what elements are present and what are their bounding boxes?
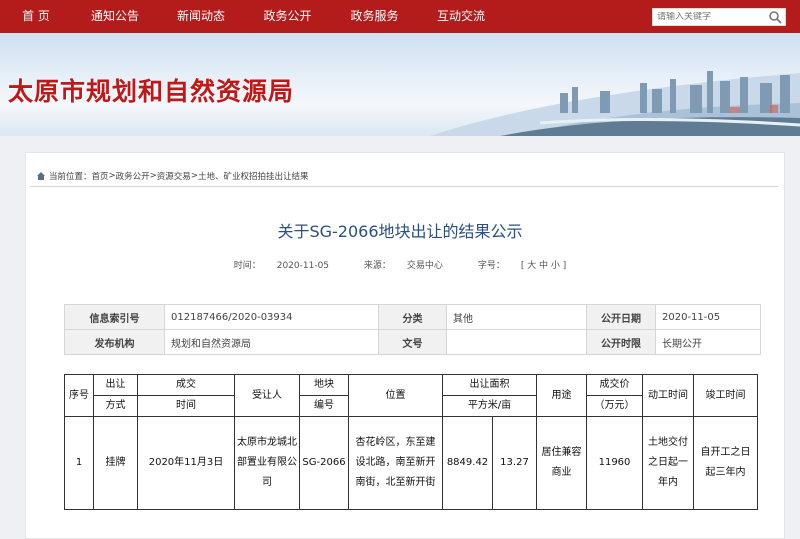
header-time-sub: 时间 [137,395,235,417]
header-assignee: 受让人 [234,374,300,417]
result-table: 序号 出让 成交 受让人 地块 位置 出让面积 用途 成交价 动工时间 竣工时间… [64,374,758,510]
info-table: 信息索引号 012187466/2020-03934 分类 其他 公开日期 20… [64,304,761,355]
header-method-sub: 方式 [93,395,138,417]
docno-value [446,329,587,355]
time-label: 时间： [233,261,261,271]
font-size-label: 字号： [477,261,505,271]
cell-plot: SG-2066 [299,416,349,510]
nav-interaction[interactable]: 互动交流 [418,0,504,33]
breadcrumb: 当前位置： 首页 > 政务公开 > 资源交易 > 土地、矿业权招拍挂出让结果 [36,170,308,182]
header-plot: 地块 [299,374,349,396]
docno-label: 文号 [378,329,447,355]
header-price: 成交价 [586,374,643,396]
search-icon[interactable] [768,10,782,24]
period-label: 公开时限 [586,329,656,355]
search-input[interactable] [653,12,765,22]
index-label: 信息索引号 [64,304,165,330]
banner: 太原市规划和自然资源局 [0,33,800,136]
index-value: 012187466/2020-03934 [164,304,379,330]
org-label: 发布机构 [64,329,165,355]
date-value: 2020-11-05 [655,304,761,330]
article-meta: 时间： 2020-11-05 来源： 交易中心 字号： [ 大 中 小 ] [0,258,800,271]
site-title: 太原市规划和自然资源局 [8,77,295,106]
header-use: 用途 [536,374,587,417]
breadcrumb-sep: > [108,171,116,181]
divider [30,186,778,187]
header-start: 动工时间 [642,374,694,417]
cell-use: 居住兼容商业 [536,416,587,510]
cell-area-mu: 13.27 [492,416,537,510]
category-label: 分类 [378,304,447,330]
cell-time: 2020年11月3日 [137,416,235,510]
cell-seq: 1 [64,416,94,510]
org-value: 规划和自然资源局 [164,329,379,355]
source-value: 交易中心 [406,261,443,271]
breadcrumb-sep: > [190,171,198,181]
header-time: 成交 [137,374,235,396]
font-size-options[interactable]: [ 大 中 小 ] [521,261,566,271]
search-box [652,8,786,26]
nav-gov-services[interactable]: 政务服务 [331,0,418,33]
period-value: 长期公开 [655,329,761,355]
breadcrumb-sep: > [149,171,157,181]
cell-assignee: 太原市龙城北部置业有限公司 [234,416,300,510]
category-value: 其他 [446,304,587,330]
breadcrumb-current[interactable]: 土地、矿业权招拍挂出让结果 [198,170,309,182]
header-plot-sub: 编号 [299,395,349,417]
cell-location: 杏花岭区，东至建设北路，南至新开南街，北至新开街 [348,416,443,510]
nav-home[interactable]: 首 页 [0,0,72,33]
breadcrumb-resource-trading[interactable]: 资源交易 [157,170,191,182]
header-location: 位置 [348,374,443,417]
header-seq: 序号 [64,374,94,417]
nav-news[interactable]: 新闻动态 [158,0,244,33]
date-label: 公开日期 [586,304,656,330]
cell-start: 土地交付之日起一年内 [642,416,694,510]
cell-area-m2: 8849.42 [442,416,493,510]
article-title: 关于SG-2066地块出让的结果公示 [277,222,523,241]
cell-method: 挂牌 [93,416,138,510]
nav-gov-affairs[interactable]: 政务公开 [244,0,331,33]
publish-time: 2020-11-05 [276,261,330,271]
breadcrumb-prefix: 当前位置： [49,172,92,182]
table-row: 1 挂牌 2020年11月3日 太原市龙城北部置业有限公司 SG-2066 杏花… [64,416,758,510]
breadcrumb-home[interactable]: 首页 [92,170,109,182]
cell-finish: 自开工之日起三年内 [693,416,758,510]
header-method: 出让 [93,374,138,396]
home-icon [37,172,45,180]
header-area-sub: 平方米/亩 [442,395,537,417]
header-finish: 竣工时间 [693,374,758,417]
cell-price: 11960 [586,416,643,510]
nav-notices[interactable]: 通知公告 [72,0,158,33]
header-area: 出让面积 [442,374,537,396]
source-label: 来源： [363,261,391,271]
header-price-sub: （万元） [586,395,643,417]
breadcrumb-gov-affairs[interactable]: 政务公开 [116,170,150,182]
